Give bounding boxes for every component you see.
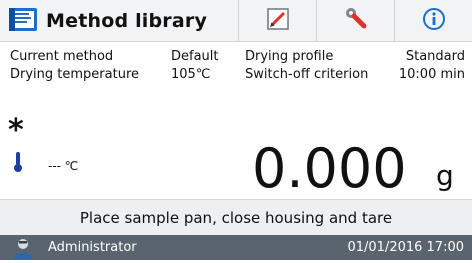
drying-profile-value: Standard	[405, 49, 465, 64]
title-bar: Method library	[0, 0, 472, 42]
date-time: 01/01/2016 17:00	[347, 240, 464, 255]
info-button[interactable]	[395, 0, 472, 41]
weight-unit: g	[436, 159, 454, 192]
page-title: Method library	[46, 9, 208, 32]
temperature-reading: --- ℃	[48, 159, 79, 173]
stability-asterisk: *	[8, 113, 24, 148]
switch-off-criterion-label: Switch-off criterion	[245, 67, 369, 82]
current-method-label: Current method	[10, 49, 114, 64]
instruction-text: Place sample pan, close housing and tare	[79, 208, 393, 227]
status-footer: Administrator 01/01/2016 17:00	[0, 235, 472, 260]
current-method-value: Default	[171, 49, 219, 64]
thermometer-icon	[13, 151, 23, 177]
wrench-icon	[343, 6, 369, 36]
weighing-display: * --- ℃ 0.000 g	[0, 92, 472, 200]
drying-temperature-label: Drying temperature	[10, 67, 139, 82]
book-icon	[8, 5, 38, 37]
info-icon	[422, 7, 446, 35]
switch-off-criterion-value: 10:00 min	[398, 67, 465, 82]
pencil-icon	[265, 6, 291, 36]
edit-button[interactable]	[239, 0, 316, 41]
user-avatar-icon[interactable]	[12, 237, 34, 263]
weight-value: 0.000	[252, 137, 407, 200]
drying-profile-label: Drying profile	[245, 49, 334, 64]
instruction-bar: Place sample pan, close housing and tare	[0, 199, 472, 235]
user-name[interactable]: Administrator	[48, 240, 137, 255]
settings-button[interactable]	[317, 0, 394, 41]
drying-temperature-value: 105℃	[171, 67, 211, 82]
method-info-panel: Current method Default Drying profile St…	[0, 42, 472, 92]
method-library-title-button[interactable]: Method library	[0, 0, 238, 41]
